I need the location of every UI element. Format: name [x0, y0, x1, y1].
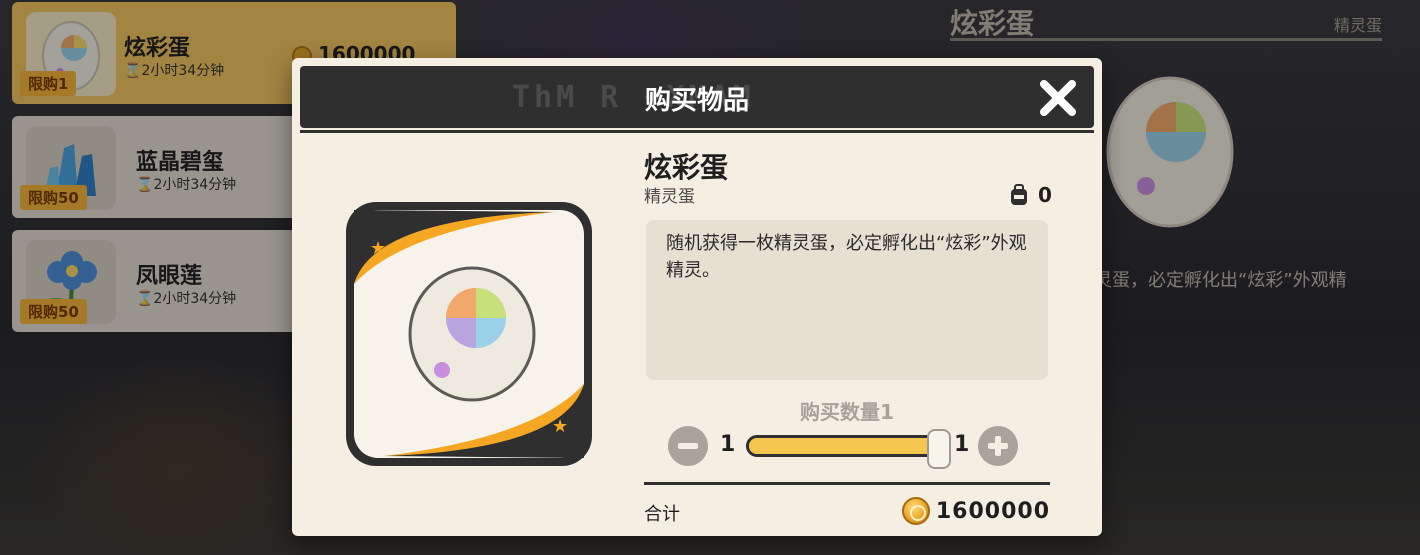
coin-icon — [901, 497, 930, 525]
item-description: 随机获得一枚精灵蛋，必定孵化出“炫彩”外观精灵。 — [646, 220, 1048, 380]
purchase-dialog: ThM R +XMAM 购买物品 ★ ★ 炫彩蛋 精灵蛋 0 随机获得一枚精灵蛋… — [292, 58, 1102, 536]
dialog-title: 购买物品 — [644, 86, 749, 116]
close-button[interactable] — [1036, 76, 1080, 120]
quantity-selector: 1 1 — [668, 424, 1020, 469]
increase-quantity-button[interactable] — [978, 426, 1018, 466]
quantity-slider[interactable] — [746, 429, 951, 469]
svg-text:★: ★ — [552, 416, 568, 437]
slider-handle[interactable] — [927, 429, 951, 469]
decrease-quantity-button[interactable] — [668, 426, 708, 466]
quantity-label: 购买数量1 — [800, 400, 894, 424]
slider-fill — [749, 438, 939, 454]
owned-count-value: 0 — [1038, 183, 1052, 207]
backpack-icon — [1011, 184, 1027, 205]
owned-count: 0 — [1008, 182, 1052, 208]
item-preview-card: ★ ★ — [344, 200, 594, 468]
total-amount: 1600000 — [935, 498, 1050, 524]
divider — [300, 130, 1094, 133]
item-name: 炫彩蛋 — [644, 151, 729, 184]
item-type: 精灵蛋 — [644, 187, 695, 207]
svg-text:★: ★ — [370, 238, 386, 259]
quantity-max: 1 — [954, 432, 970, 457]
divider — [644, 482, 1050, 485]
rainbow-egg-icon — [408, 266, 536, 402]
total-price: 1600000 — [901, 496, 1050, 526]
dialog-header: ThM R +XMAM 购买物品 — [300, 66, 1094, 128]
close-icon — [1040, 80, 1076, 116]
total-label: 合计 — [644, 504, 680, 525]
quantity-min: 1 — [720, 432, 736, 457]
